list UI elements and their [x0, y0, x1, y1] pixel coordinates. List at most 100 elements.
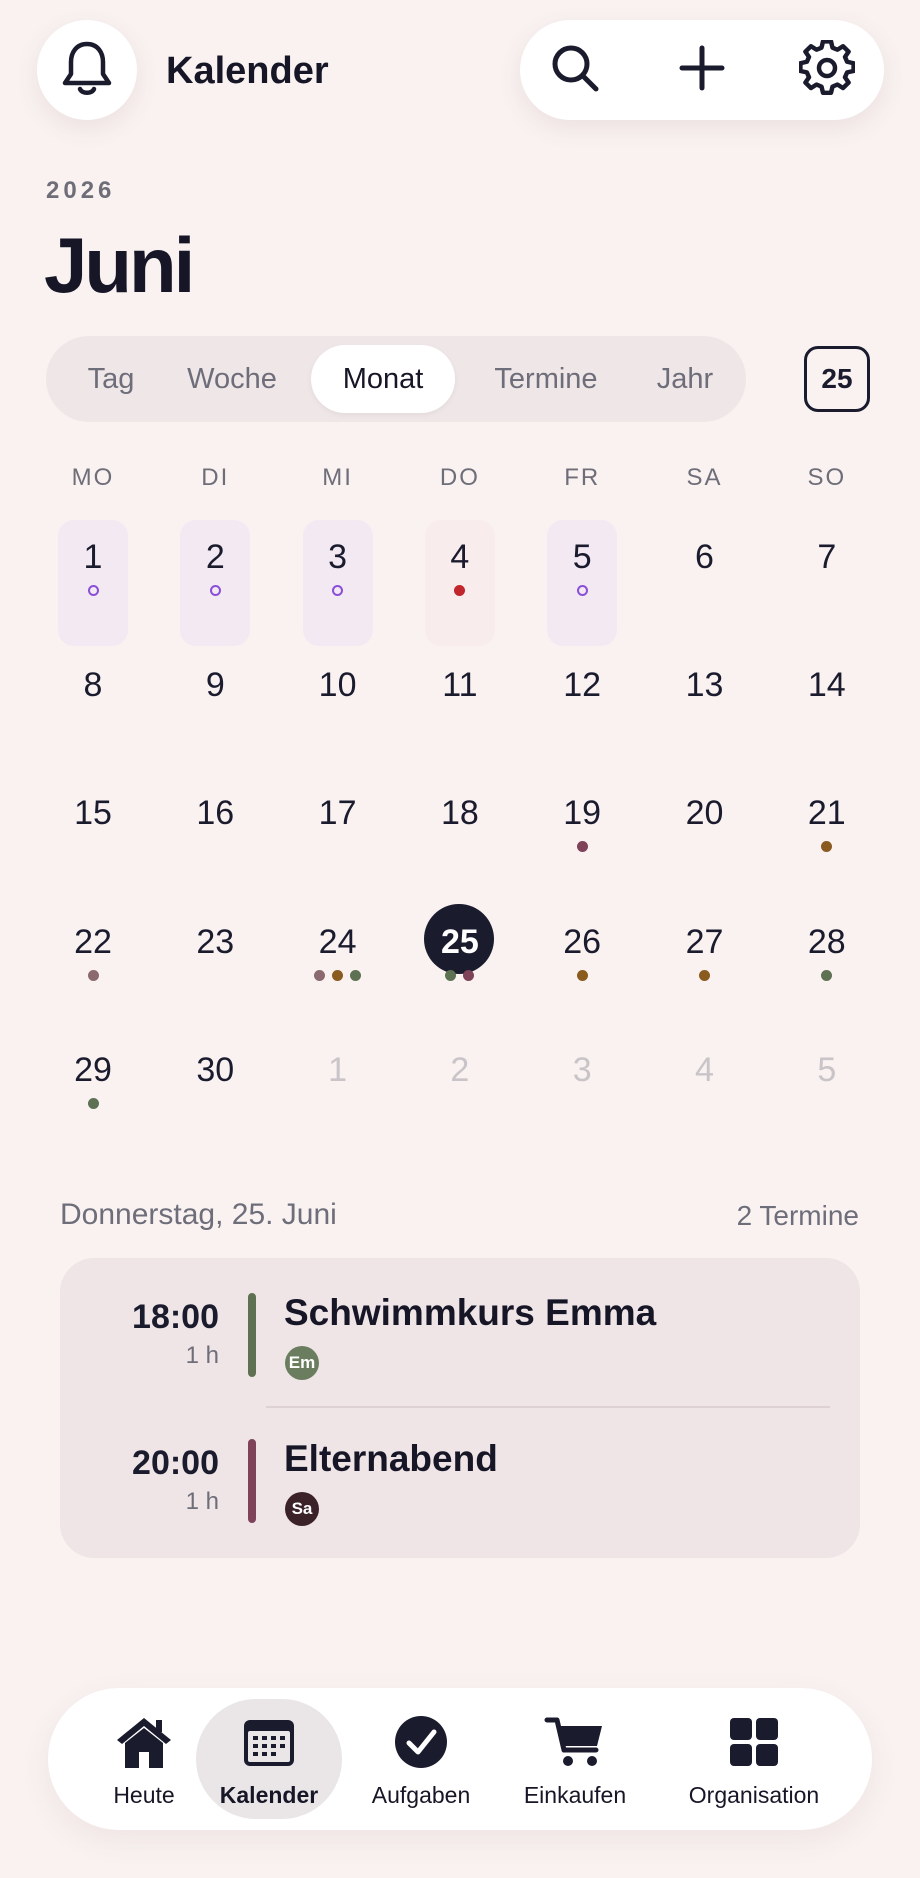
day-cell[interactable]: 14: [766, 636, 888, 764]
day-number: 16: [196, 794, 235, 833]
event-dots: [766, 969, 888, 981]
event-dot: [576, 969, 588, 981]
day-cell[interactable]: 21: [766, 764, 888, 892]
day-cell[interactable]: 3: [521, 1021, 643, 1149]
day-number: 4: [695, 1050, 714, 1089]
app-title: Kalender: [166, 50, 329, 92]
tab-tag[interactable]: Tag: [60, 336, 162, 422]
event-dot: [350, 969, 362, 981]
action-bar: [520, 20, 884, 120]
day-number: 1: [83, 538, 103, 576]
tab-woche[interactable]: Woche: [172, 336, 292, 422]
tab-label: Kalender: [219, 1782, 319, 1808]
tab-jahr[interactable]: Jahr: [636, 336, 734, 422]
day-cell[interactable]: 3: [277, 508, 399, 646]
event-duration: 1 h: [185, 1342, 219, 1369]
day-cell[interactable]: 23: [154, 893, 276, 1021]
day-number: 28: [807, 922, 846, 961]
add-button[interactable]: [677, 45, 727, 95]
notifications-button[interactable]: [37, 20, 137, 120]
day-cell[interactable]: 27: [644, 893, 766, 1021]
tab-aufgaben[interactable]: Aufgaben: [360, 1688, 482, 1830]
day-cell[interactable]: 6: [644, 508, 766, 636]
day-cell[interactable]: 5: [766, 1021, 888, 1149]
day-cell[interactable]: 22: [32, 893, 154, 1021]
day-cell[interactable]: 15: [32, 764, 154, 892]
cart-icon: [543, 1714, 607, 1770]
bottom-tab-bar: Heute Kalender Aufgaben Einkaufen Organi…: [48, 1688, 872, 1830]
day-cell[interactable]: 1: [32, 508, 154, 646]
day-number: 23: [196, 922, 235, 961]
day-cell[interactable]: 19: [521, 764, 643, 892]
day-number: 7: [817, 538, 837, 576]
day-cell[interactable]: 18: [399, 764, 521, 892]
weekday-header: DI: [201, 464, 230, 491]
tab-monat[interactable]: Monat: [311, 345, 455, 413]
day-cell[interactable]: 26: [521, 893, 643, 1021]
day-cell[interactable]: 10: [277, 636, 399, 764]
avatar: Sa: [285, 1492, 319, 1526]
day-cell[interactable]: 29: [32, 1021, 154, 1149]
event-time: 20:00: [132, 1444, 219, 1482]
top-bar: Kalender: [0, 0, 920, 140]
day-cell[interactable]: 28: [766, 893, 888, 1021]
day-cell[interactable]: 13: [644, 636, 766, 764]
event-dot: [332, 969, 344, 981]
day-cell[interactable]: 4: [644, 1021, 766, 1149]
day-number: 5: [572, 538, 592, 576]
tab-kalender[interactable]: Kalender: [196, 1688, 342, 1830]
day-number: 21: [807, 794, 846, 833]
day-cell[interactable]: 5: [521, 508, 643, 646]
view-switcher: Tag Woche Monat Termine Jahr: [46, 336, 746, 422]
event-dots: [521, 841, 643, 853]
tab-termine[interactable]: Termine: [466, 336, 626, 422]
day-cell[interactable]: 9: [154, 636, 276, 764]
day-cell[interactable]: 12: [521, 636, 643, 764]
event-dots: [521, 585, 643, 596]
day-cell[interactable]: 24: [277, 893, 399, 1021]
day-cell[interactable]: 11: [399, 636, 521, 764]
day-number: 27: [685, 922, 724, 961]
event-count: 2 Termine: [736, 1200, 859, 1231]
event-color-bar: [248, 1439, 256, 1523]
day-number: 29: [74, 1050, 112, 1089]
event-title: Schwimmkurs Emma: [284, 1292, 657, 1333]
weekday-header: FR: [564, 464, 601, 491]
event-item[interactable]: 18:00 1 h Schwimmkurs Emma Em: [60, 1258, 860, 1404]
event-duration: 1 h: [185, 1488, 219, 1515]
day-number: 2: [450, 1050, 470, 1089]
day-cell[interactable]: 4: [399, 508, 521, 646]
tab-heute[interactable]: Heute: [82, 1688, 206, 1830]
event-list: 18:00 1 h Schwimmkurs Emma Em 20:00 1 h …: [60, 1258, 860, 1558]
day-cell[interactable]: 2: [154, 508, 276, 646]
bell-icon: [60, 38, 114, 103]
event-color-bar: [248, 1293, 256, 1377]
day-number: 30: [196, 1050, 235, 1089]
event-dots: [154, 585, 276, 596]
day-cell[interactable]: 20: [644, 764, 766, 892]
event-dots: [32, 969, 154, 981]
settings-button[interactable]: [798, 38, 856, 95]
day-cell[interactable]: 17: [277, 764, 399, 892]
day-cell[interactable]: 1: [277, 1021, 399, 1149]
tab-organisation[interactable]: Organisation: [670, 1688, 838, 1830]
search-button[interactable]: [550, 45, 600, 95]
day-cell[interactable]: 25: [399, 893, 521, 1021]
day-number: 1: [328, 1050, 348, 1089]
day-number: 5: [817, 1050, 837, 1089]
day-cell[interactable]: 16: [154, 764, 276, 892]
selected-day-label: Donnerstag, 25. Juni: [60, 1198, 337, 1231]
day-cell[interactable]: 7: [766, 508, 888, 636]
day-cell[interactable]: 30: [154, 1021, 276, 1149]
event-item[interactable]: 20:00 1 h Elternabend Sa: [60, 1404, 860, 1550]
day-number: 20: [685, 794, 724, 833]
tab-einkaufen[interactable]: Einkaufen: [512, 1688, 638, 1830]
day-cell[interactable]: 2: [399, 1021, 521, 1149]
event-dots: [521, 969, 643, 981]
day-cell[interactable]: 8: [32, 636, 154, 764]
gear-icon: [798, 38, 856, 101]
home-icon: [112, 1714, 176, 1770]
tab-label: Einkaufen: [523, 1782, 627, 1808]
event-dot: [699, 969, 710, 981]
today-button[interactable]: 25: [804, 346, 870, 412]
